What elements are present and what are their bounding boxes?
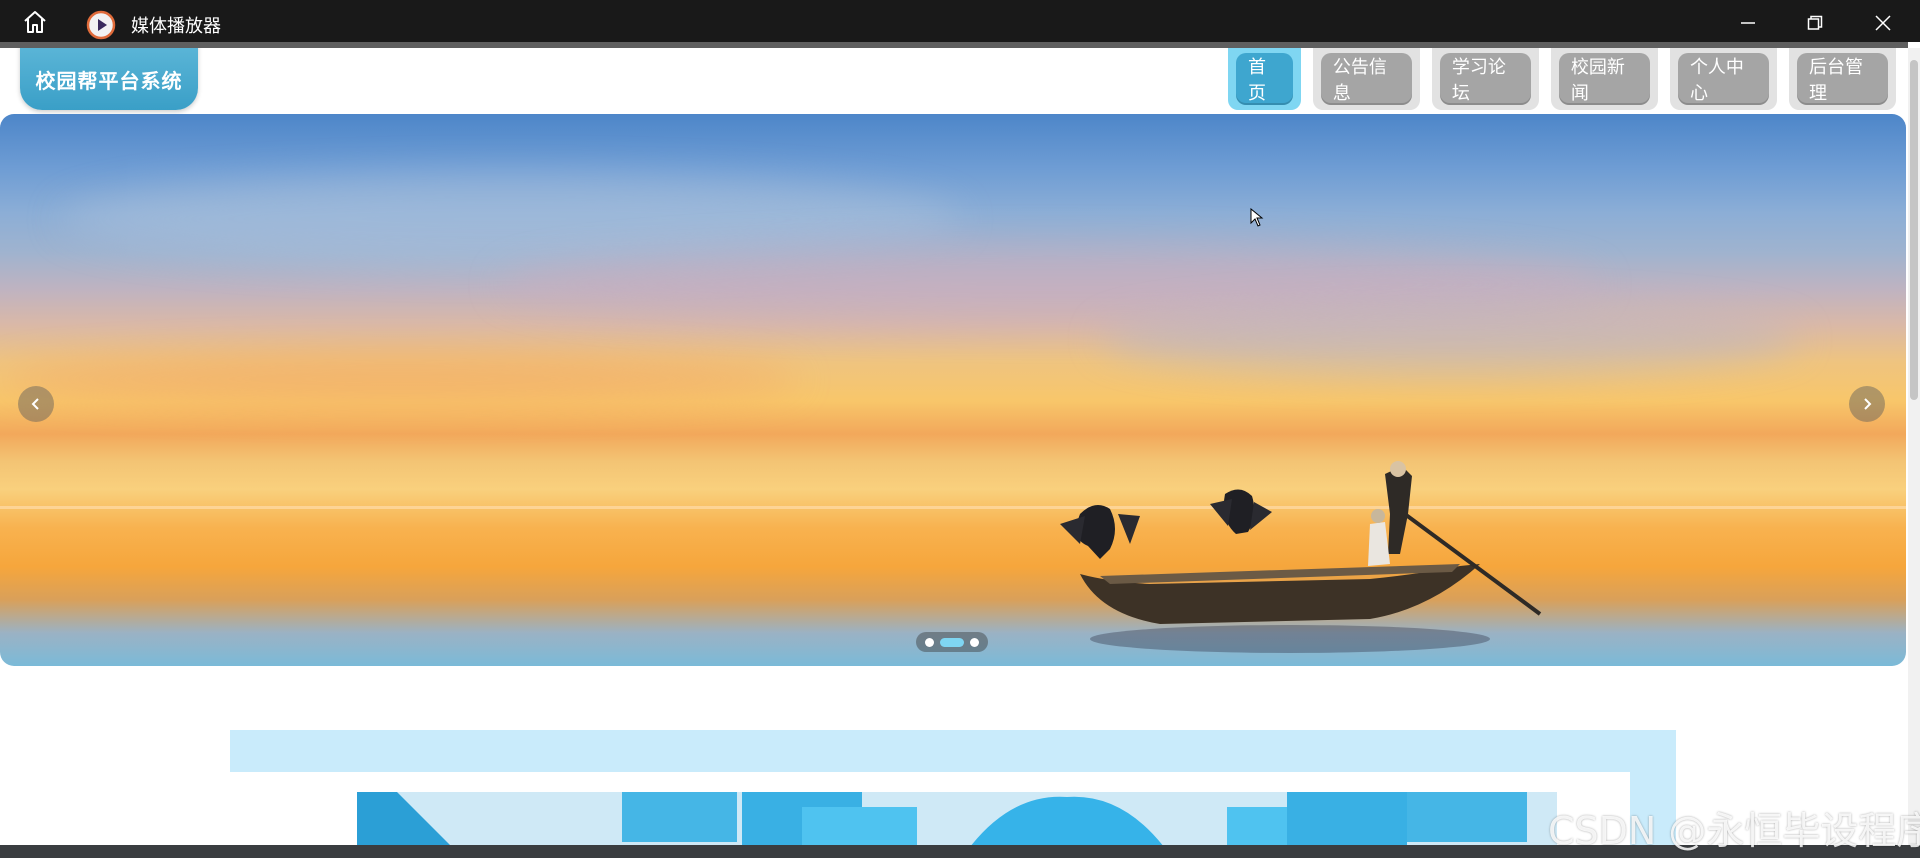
site-logo-text: 校园帮平台系统 xyxy=(35,68,183,93)
section-illustration xyxy=(357,792,1557,845)
sky-cloud xyxy=(1100,304,1800,374)
sky-cloud xyxy=(0,354,800,404)
nav-announcements-label: 公告信息 xyxy=(1320,53,1412,105)
carousel-dot[interactable] xyxy=(925,637,934,647)
nav-campus-news-label: 校园新闻 xyxy=(1558,53,1650,105)
minimize-icon[interactable] xyxy=(1733,8,1763,38)
carousel-dot-active[interactable] xyxy=(940,637,964,647)
carousel-next-button[interactable] xyxy=(1849,386,1885,422)
chevron-right-icon xyxy=(1864,398,1872,410)
nav-announcements[interactable]: 公告信息 xyxy=(1312,48,1420,110)
nav-study-forum-label: 学习论坛 xyxy=(1439,53,1531,105)
nav-home-label: 首页 xyxy=(1236,53,1293,105)
close-icon[interactable] xyxy=(1868,8,1898,38)
nav-campus-news[interactable]: 校园新闻 xyxy=(1550,48,1658,110)
home-icon[interactable] xyxy=(22,10,48,34)
horizon-line xyxy=(0,506,1906,509)
nav-home[interactable]: 首页 xyxy=(1228,48,1301,110)
scrollbar-thumb[interactable] xyxy=(1910,60,1918,400)
nav-admin[interactable]: 后台管理 xyxy=(1788,48,1896,110)
chevron-left-icon xyxy=(31,398,39,410)
mouse-cursor-icon xyxy=(1250,208,1264,227)
page-scrollbar[interactable] xyxy=(1908,48,1920,845)
nav-personal-center[interactable]: 个人中心 xyxy=(1669,48,1777,110)
hero-carousel xyxy=(0,114,1906,666)
carousel-dot[interactable] xyxy=(970,637,979,647)
nav-study-forum[interactable]: 学习论坛 xyxy=(1431,48,1539,110)
site-logo[interactable]: 校园帮平台系统 xyxy=(20,48,198,110)
carousel-indicators xyxy=(916,632,988,652)
content-section xyxy=(230,730,1676,845)
main-nav: 首页 公告信息 学习论坛 校园新闻 个人中心 后台管理 xyxy=(1228,48,1908,110)
page-viewport: 校园帮平台系统 首页 公告信息 学习论坛 校园新闻 个人中心 后台管理 xyxy=(0,48,1908,845)
carousel-prev-button[interactable] xyxy=(18,386,54,422)
window-title: 媒体播放器 xyxy=(131,16,221,37)
play-icon xyxy=(86,10,116,40)
window-titlebar: 媒体播放器 xyxy=(0,0,1920,42)
nav-personal-center-label: 个人中心 xyxy=(1677,53,1769,105)
fishing-boat-illustration xyxy=(1060,461,1542,653)
csdn-watermark: CSDN @永恒毕设程序 xyxy=(1548,809,1920,853)
maximize-icon[interactable] xyxy=(1800,8,1830,38)
nav-admin-label: 后台管理 xyxy=(1796,53,1888,105)
